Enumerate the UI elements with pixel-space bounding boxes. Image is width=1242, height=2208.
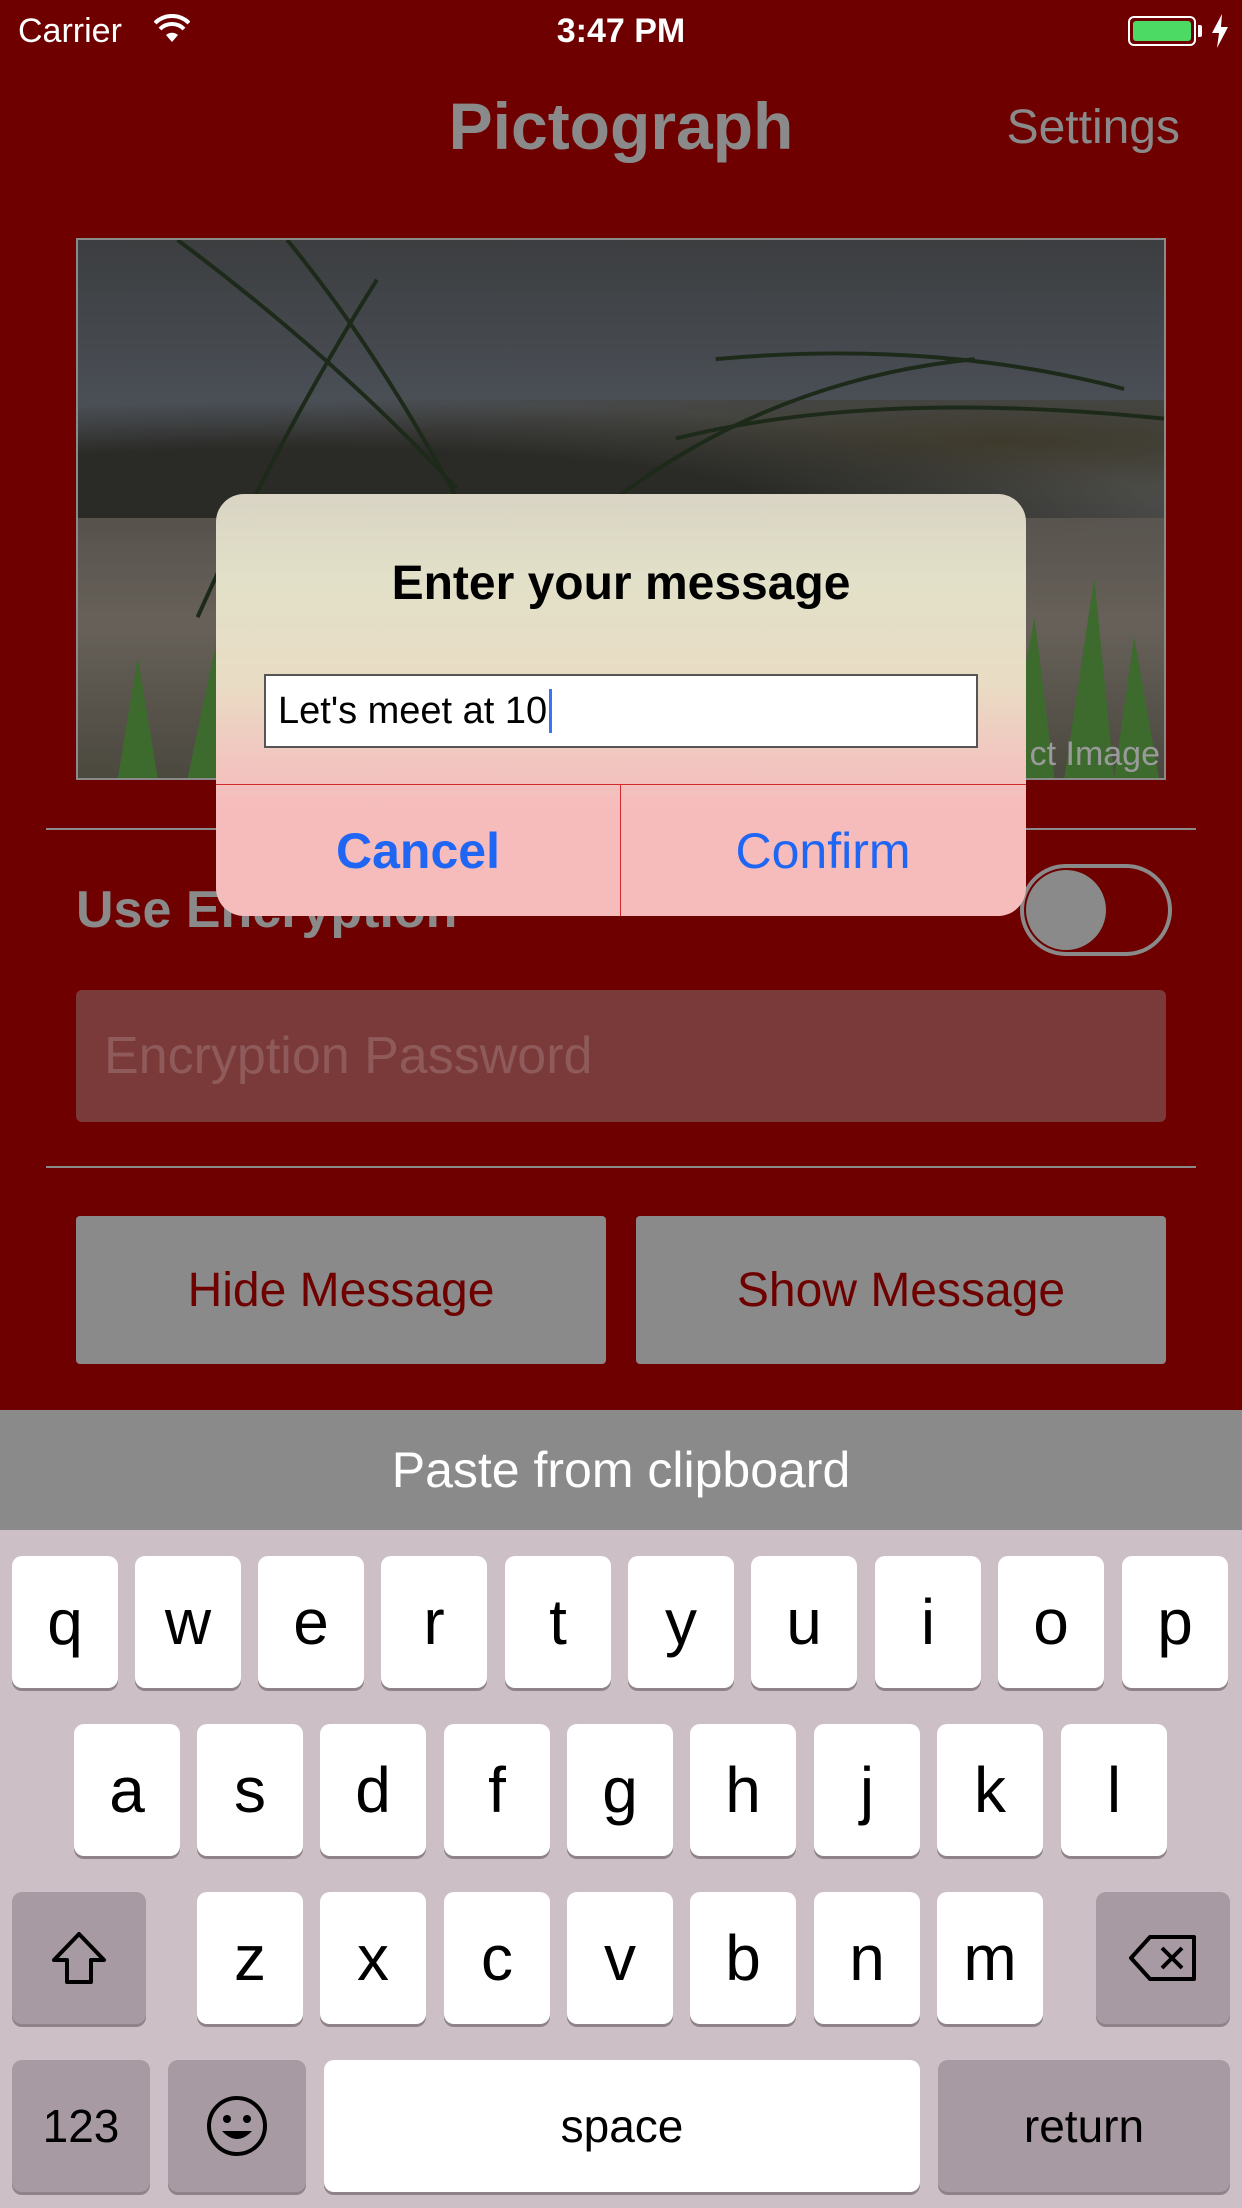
emoji-icon (207, 2096, 267, 2156)
key-d[interactable]: d (320, 1724, 426, 1856)
battery-tip (1198, 25, 1202, 37)
keyboard: q w e r t y u i o p a s d f g h j k l z … (0, 1530, 1242, 2208)
return-key[interactable]: return (938, 2060, 1230, 2192)
backspace-icon (1129, 1935, 1196, 1981)
toggle-knob (1026, 870, 1106, 950)
key-q[interactable]: q (12, 1556, 118, 1688)
space-key[interactable]: space (324, 2060, 920, 2192)
key-t[interactable]: t (505, 1556, 611, 1688)
encryption-toggle[interactable] (1020, 864, 1172, 956)
encryption-password-field[interactable] (76, 990, 1166, 1122)
confirm-button[interactable]: Confirm (621, 785, 1025, 916)
emoji-key[interactable] (168, 2060, 306, 2192)
key-v[interactable]: v (567, 1892, 673, 2024)
key-l[interactable]: l (1061, 1724, 1167, 1856)
message-input[interactable]: Let's meet at 10 (264, 674, 978, 748)
status-bar: Carrier 3:47 PM (0, 0, 1242, 60)
delete-key[interactable] (1096, 1892, 1230, 2024)
message-dialog: Enter your message Let's meet at 10 Canc… (216, 494, 1026, 916)
settings-button[interactable]: Settings (1007, 100, 1180, 155)
charging-bolt-icon (1212, 14, 1228, 48)
clock: 3:47 PM (556, 12, 686, 50)
encryption-password-input[interactable] (76, 990, 1166, 1122)
key-p[interactable]: p (1122, 1556, 1228, 1688)
cancel-button[interactable]: Cancel (216, 785, 620, 916)
shift-arrow-icon (52, 1932, 106, 1984)
key-c[interactable]: c (444, 1892, 550, 2024)
key-f[interactable]: f (444, 1724, 550, 1856)
key-a[interactable]: a (74, 1724, 180, 1856)
text-caret (549, 689, 553, 733)
divider (46, 1166, 1196, 1168)
dialog-title: Enter your message (391, 557, 851, 610)
hide-message-button[interactable]: Hide Message (76, 1216, 606, 1364)
key-u[interactable]: u (751, 1556, 857, 1688)
battery-icon (1128, 16, 1196, 46)
key-e[interactable]: e (258, 1556, 364, 1688)
key-s[interactable]: s (197, 1724, 303, 1856)
key-o[interactable]: o (998, 1556, 1104, 1688)
show-message-button[interactable]: Show Message (636, 1216, 1166, 1364)
numbers-key[interactable]: 123 (12, 2060, 150, 2192)
key-k[interactable]: k (937, 1724, 1043, 1856)
key-m[interactable]: m (937, 1892, 1043, 2024)
key-h[interactable]: h (690, 1724, 796, 1856)
key-w[interactable]: w (135, 1556, 241, 1688)
key-j[interactable]: j (814, 1724, 920, 1856)
key-r[interactable]: r (381, 1556, 487, 1688)
key-i[interactable]: i (875, 1556, 981, 1688)
select-image-label: ct Image (1029, 735, 1160, 773)
paste-from-clipboard-button[interactable]: Paste from clipboard (0, 1410, 1242, 1530)
key-b[interactable]: b (690, 1892, 796, 2024)
key-x[interactable]: x (320, 1892, 426, 2024)
key-g[interactable]: g (567, 1724, 673, 1856)
key-y[interactable]: y (628, 1556, 734, 1688)
key-z[interactable]: z (197, 1892, 303, 2024)
message-input-value: Let's meet at 10 (278, 689, 548, 732)
shift-key[interactable] (12, 1892, 146, 2024)
key-n[interactable]: n (814, 1892, 920, 2024)
